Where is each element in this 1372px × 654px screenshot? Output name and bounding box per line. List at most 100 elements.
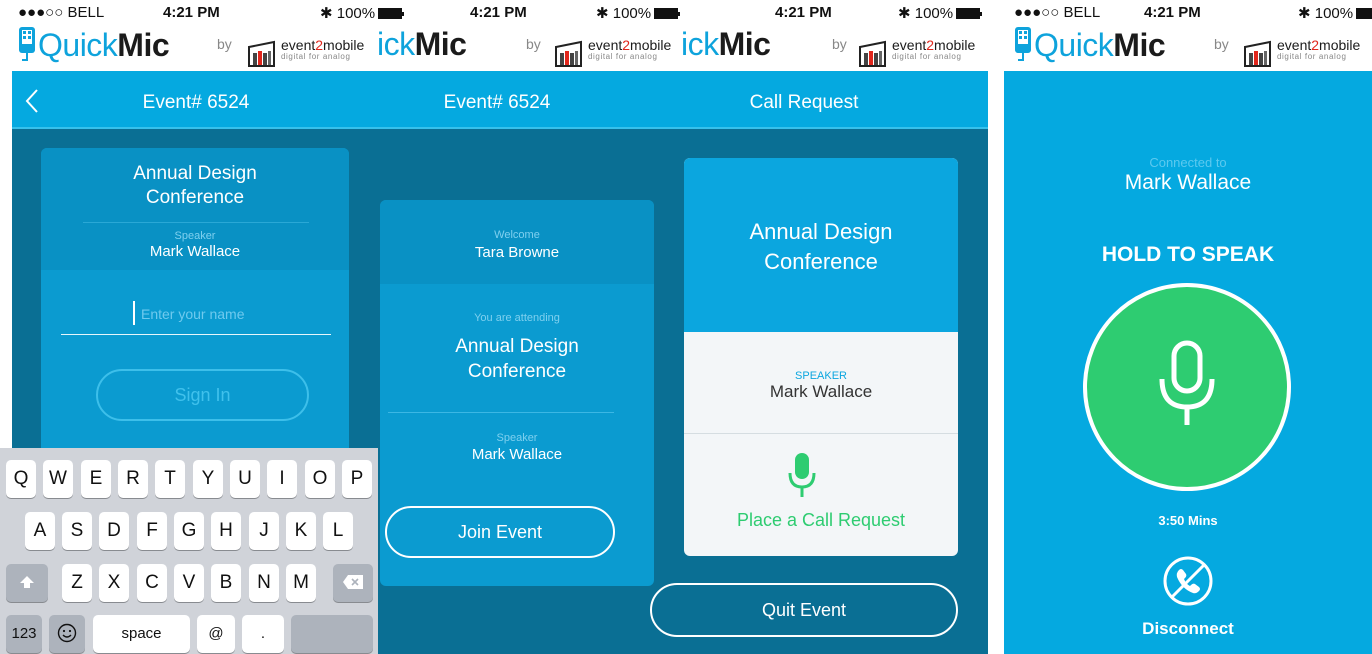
event-title: Annual Design Conference xyxy=(455,336,579,382)
space-key[interactable]: space xyxy=(93,615,190,653)
speaker-label: Speaker xyxy=(174,230,216,242)
key[interactable]: I xyxy=(267,460,297,498)
key[interactable]: F xyxy=(137,512,167,550)
key[interactable]: J xyxy=(249,512,279,550)
battery-status: ✱ 100% xyxy=(1298,4,1372,22)
quit-event-button[interactable]: Quit Event xyxy=(650,583,958,637)
key[interactable]: X xyxy=(99,564,129,602)
back-chevron-icon[interactable] xyxy=(22,88,44,114)
key[interactable]: R xyxy=(118,460,148,498)
key[interactable]: P xyxy=(342,460,372,498)
disconnect-label: Disconnect xyxy=(1142,619,1234,638)
hold-to-speak-button[interactable] xyxy=(1083,283,1291,491)
event-title: Annual Design Conference xyxy=(749,219,893,274)
name-placeholder: Enter your name xyxy=(141,306,245,322)
name-input[interactable]: Enter your name xyxy=(61,301,331,335)
connected-label: Connected to xyxy=(1149,155,1227,170)
key[interactable]: K xyxy=(286,512,316,550)
battery-status: ✱ 100% xyxy=(898,4,983,22)
app-logo-partial: ickMic xyxy=(377,26,467,62)
key[interactable]: N xyxy=(249,564,279,602)
numbers-key[interactable]: 123 xyxy=(6,615,42,653)
time-text: 4:21 PM xyxy=(163,4,220,21)
place-call-label: Place a Call Request xyxy=(736,510,906,530)
battery-icon xyxy=(1356,8,1372,19)
app-logo-partial: ickMic xyxy=(681,26,771,62)
battery-status: ✱ 100% xyxy=(320,4,405,22)
key[interactable]: W xyxy=(43,460,73,498)
nav-title-event: Event# 6524 xyxy=(443,92,551,113)
emoji-key[interactable] xyxy=(49,615,85,653)
microphone-icon xyxy=(1159,340,1215,425)
key[interactable]: H xyxy=(211,512,241,550)
sign-in-button[interactable]: Sign In xyxy=(96,369,309,421)
key[interactable]: U xyxy=(230,460,260,498)
time-text: 4:21 PM xyxy=(470,4,527,21)
partner-logo: event2mobile digital for analog xyxy=(553,38,671,69)
key[interactable]: C xyxy=(137,564,167,602)
time-text: 4:21 PM xyxy=(1144,4,1201,21)
attending-label: You are attending xyxy=(474,312,560,324)
speaker-name: Mark Wallace xyxy=(769,382,873,401)
divider xyxy=(388,412,614,413)
app-header: QuickMic by event2mobile digital for anal… xyxy=(0,24,990,71)
carrier-text: ●●●○○ BELL xyxy=(1014,4,1101,21)
phone-logo-icon xyxy=(1015,27,1031,61)
place-call-request-button[interactable]: Place a Call Request xyxy=(684,435,958,555)
partner-logo: event2mobile digital for analog xyxy=(857,38,975,69)
connected-name: Mark Wallace xyxy=(1124,171,1252,194)
shift-key[interactable] xyxy=(6,564,48,602)
battery-status: ✱ 100% xyxy=(596,4,681,22)
speaker-name: Mark Wallace xyxy=(149,243,241,260)
at-key[interactable]: @ xyxy=(197,615,235,653)
battery-icon xyxy=(956,8,983,19)
user-name: Tara Browne xyxy=(474,244,560,261)
battery-icon xyxy=(378,8,405,19)
dot-key[interactable]: . xyxy=(242,615,284,653)
key[interactable]: O xyxy=(305,460,335,498)
nav-title-event: Event# 6524 xyxy=(142,92,250,113)
app-header-right: QuickMic by event2mobile digital for anal… xyxy=(1004,24,1372,71)
event2mobile-logo-icon xyxy=(555,40,582,67)
event2mobile-logo-icon xyxy=(859,40,886,67)
carrier-text: ●●●○○ BELL xyxy=(18,4,105,21)
by-text: by xyxy=(526,36,541,52)
key[interactable]: Y xyxy=(193,460,223,498)
join-event-card: Welcome Tara Browne You are attending An… xyxy=(380,200,654,586)
key[interactable]: B xyxy=(211,564,241,602)
status-bar-right: ●●●○○ BELL 4:21 PM ✱ 100% xyxy=(1004,0,1372,24)
by-text: by xyxy=(1214,36,1229,52)
key[interactable]: E xyxy=(81,460,111,498)
speaker-section: SPEAKER Mark Wallace xyxy=(684,332,958,434)
microphone-icon xyxy=(788,453,816,497)
hang-up-icon xyxy=(1163,556,1213,606)
key[interactable]: D xyxy=(99,512,129,550)
phone-logo-icon xyxy=(19,27,35,61)
by-text: by xyxy=(832,36,847,52)
key[interactable]: T xyxy=(155,460,185,498)
key[interactable]: Q xyxy=(6,460,36,498)
key[interactable]: M xyxy=(286,564,316,602)
welcome-label: Welcome xyxy=(494,229,540,241)
speaker-name: Mark Wallace xyxy=(471,446,563,463)
return-key[interactable] xyxy=(291,615,373,653)
backspace-key[interactable] xyxy=(333,564,373,602)
call-request-card: Annual Design Conference SPEAKER Mark Wal… xyxy=(684,158,958,556)
time-text: 4:21 PM xyxy=(775,4,832,21)
speaker-label: SPEAKER xyxy=(795,370,847,382)
key[interactable]: Z xyxy=(62,564,92,602)
key[interactable]: A xyxy=(25,512,55,550)
join-event-button[interactable]: Join Event xyxy=(385,506,615,558)
key[interactable]: V xyxy=(174,564,204,602)
emoji-icon xyxy=(57,623,77,643)
partner-logo: event2mobile digital for analog xyxy=(246,38,364,69)
app-logo: QuickMic xyxy=(1014,26,1166,64)
key[interactable]: L xyxy=(323,512,353,550)
event-header: Annual Design Conference xyxy=(684,158,958,332)
nav-title-call-request: Call Request xyxy=(749,92,859,113)
key[interactable]: G xyxy=(174,512,204,550)
battery-icon xyxy=(654,8,681,19)
disconnect-button[interactable]: Disconnect xyxy=(1140,555,1236,647)
backspace-icon xyxy=(343,575,363,589)
key[interactable]: S xyxy=(62,512,92,550)
